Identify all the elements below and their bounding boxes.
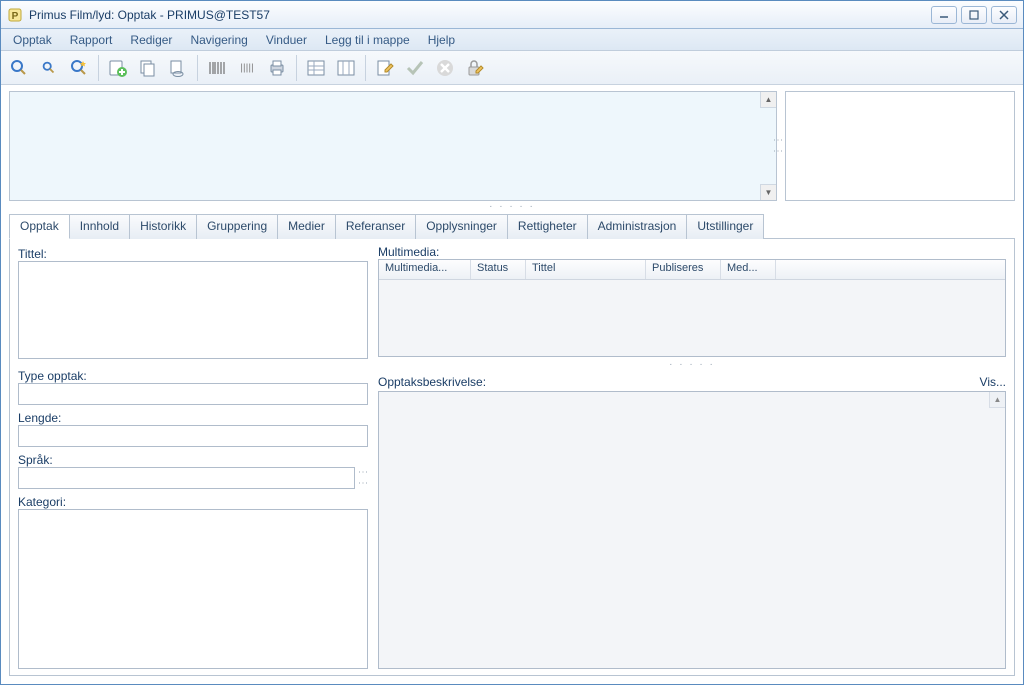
sprak-more-handle-icon[interactable]: ⋮⋮ [357,467,368,489]
tab-rettigheter[interactable]: Rettigheter [507,214,588,239]
edit-icon[interactable] [371,54,399,82]
tab-administrasjon[interactable]: Administrasjon [587,214,688,239]
grid-icon[interactable] [302,54,330,82]
tab-body-opptak: Tittel: Type opptak: Lengde: Språk: ⋮⋮ K… [9,239,1015,676]
close-button[interactable] [991,6,1017,24]
toolbar [1,51,1023,85]
left-column: Tittel: Type opptak: Lengde: Språk: ⋮⋮ K… [18,245,368,669]
barcode-small-icon[interactable] [233,54,261,82]
toolbar-separator [296,55,297,81]
menu-navigering[interactable]: Navigering [182,31,255,49]
search-icon[interactable] [5,54,33,82]
tab-utstillinger[interactable]: Utstillinger [686,214,764,239]
label-tittel: Tittel: [18,247,368,261]
barcode-icon[interactable] [203,54,231,82]
col-publiseres[interactable]: Publiseres [646,260,721,279]
lock-edit-icon[interactable] [461,54,489,82]
tabstrip: Opptak Innhold Historikk Gruppering Medi… [9,213,1015,239]
desc-scroll-up-icon[interactable]: ▲ [989,392,1005,408]
new-record-icon[interactable] [104,54,132,82]
toolbar-separator [365,55,366,81]
col-multimedia[interactable]: Multimedia... [379,260,471,279]
window-title: Primus Film/lyd: Opptak - PRIMUS@TEST57 [29,8,931,22]
label-kategori: Kategori: [18,495,368,509]
minimize-button[interactable] [931,6,957,24]
kategori-field[interactable] [18,509,368,669]
window-controls [931,6,1017,24]
right-split-handle[interactable]: · · · · · [378,359,1006,369]
label-lengde: Lengde: [18,411,368,425]
titlebar: P Primus Film/lyd: Opptak - PRIMUS@TEST5… [1,1,1023,29]
lengde-field[interactable] [18,425,368,447]
menu-rediger[interactable]: Rediger [122,31,180,49]
vis-link[interactable]: Vis... [980,375,1006,389]
menu-opptak[interactable]: Opptak [5,31,60,49]
multimedia-table-header: Multimedia... Status Tittel Publiseres M… [379,260,1005,280]
search-star-icon[interactable] [65,54,93,82]
info-panel[interactable]: ▲ ▼ [9,91,777,201]
tab-opptak[interactable]: Opptak [9,214,70,239]
tab-gruppering[interactable]: Gruppering [196,214,278,239]
tab-referanser[interactable]: Referanser [335,214,416,239]
cancel-icon[interactable] [431,54,459,82]
menu-hjelp[interactable]: Hjelp [420,31,463,49]
link-icon[interactable] [164,54,192,82]
col-med[interactable]: Med... [721,260,776,279]
label-opptaksbeskrivelse: Opptaksbeskrivelse: [378,375,486,389]
split-handle-icon[interactable]: ⋮⋮ [772,135,783,157]
type-opptak-field[interactable] [18,383,368,405]
content-area: ▲ ▼ ⋮⋮ · · · · · Opptak Innhold Historik… [1,85,1023,684]
col-spacer [776,260,1005,279]
preview-panel [785,91,1015,201]
toolbar-separator [98,55,99,81]
columns-icon[interactable] [332,54,360,82]
search-small-icon[interactable] [35,54,63,82]
scroll-down-icon[interactable]: ▼ [760,184,776,200]
horizontal-split-handle[interactable]: · · · · · [9,201,1015,211]
menu-rapport[interactable]: Rapport [62,31,121,49]
col-tittel[interactable]: Tittel [526,260,646,279]
col-status[interactable]: Status [471,260,526,279]
tab-opplysninger[interactable]: Opplysninger [415,214,508,239]
label-multimedia: Multimedia: [378,245,1006,259]
svg-text:P: P [12,11,19,22]
label-type-opptak: Type opptak: [18,369,368,383]
top-panels: ▲ ▼ ⋮⋮ [9,91,1015,201]
label-sprak: Språk: [18,453,368,467]
menu-vinduer[interactable]: Vinduer [258,31,315,49]
tittel-field[interactable] [18,261,368,359]
app-icon: P [7,7,23,23]
tab-innhold[interactable]: Innhold [69,214,130,239]
tab-historikk[interactable]: Historikk [129,214,197,239]
sprak-field[interactable] [18,467,355,489]
maximize-button[interactable] [961,6,987,24]
confirm-icon[interactable] [401,54,429,82]
toolbar-separator [197,55,198,81]
app-window: P Primus Film/lyd: Opptak - PRIMUS@TEST5… [0,0,1024,685]
opptaksbeskrivelse-field[interactable]: ▲ [378,391,1006,669]
multimedia-table-body[interactable] [379,280,1005,356]
multimedia-table[interactable]: Multimedia... Status Tittel Publiseres M… [378,259,1006,357]
copy-icon[interactable] [134,54,162,82]
menubar: Opptak Rapport Rediger Navigering Vindue… [1,29,1023,51]
scroll-up-icon[interactable]: ▲ [760,92,776,108]
print-icon[interactable] [263,54,291,82]
menu-legg-til-i-mappe[interactable]: Legg til i mappe [317,31,418,49]
tab-medier[interactable]: Medier [277,214,336,239]
right-column: Multimedia: Multimedia... Status Tittel … [378,245,1006,669]
